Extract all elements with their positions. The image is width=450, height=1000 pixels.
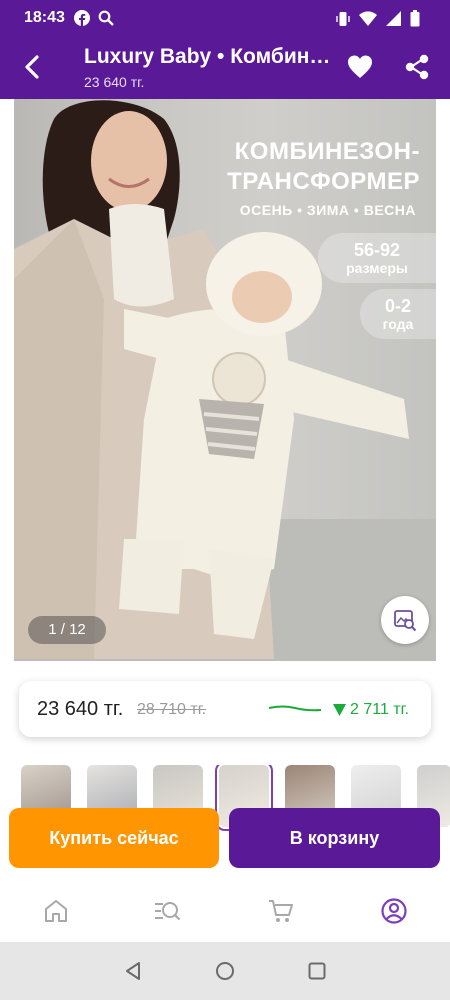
promo-seasons: ОСЕНЬ • ЗИМА • ВЕСНА xyxy=(239,202,416,218)
heart-icon[interactable] xyxy=(346,53,374,81)
app-bar: Luxury Baby • Комбинезон-трансформер 23 … xyxy=(0,36,450,99)
cart-icon[interactable] xyxy=(267,897,295,925)
wifi-icon xyxy=(359,11,377,26)
back-arrow-icon[interactable] xyxy=(18,52,48,82)
age-label: года xyxy=(382,316,414,332)
promo-headline-line1: КОМБИНЕЗОН- xyxy=(234,138,420,165)
sizes-badge: 56-92 размеры xyxy=(318,233,436,283)
product-title: Luxury Baby • Комбинезон-трансформер xyxy=(84,45,334,68)
status-bar: 18:43 xyxy=(0,0,450,36)
status-time: 18:43 xyxy=(24,9,65,26)
price-drop: 2 711 тг. xyxy=(333,701,409,719)
image-search-icon xyxy=(394,610,417,632)
promo-headline-line2: ТРАНСФОРМЕР xyxy=(227,168,420,195)
price-history-sparkline xyxy=(268,705,322,712)
battery-icon xyxy=(410,10,420,27)
sizes-label: размеры xyxy=(346,260,408,276)
bottom-nav xyxy=(0,880,450,942)
current-price: 23 640 тг. xyxy=(37,698,124,720)
search-icon xyxy=(98,10,114,26)
share-icon[interactable] xyxy=(403,53,431,81)
appbar-price: 23 640 тг. xyxy=(84,74,145,90)
promo-headline: КОМБИНЕЗОН- ТРАНСФОРМЕР xyxy=(227,137,420,197)
profile-icon[interactable] xyxy=(380,897,408,925)
facebook-icon xyxy=(74,10,90,26)
price-card[interactable]: 23 640 тг. 28 710 тг. 2 711 тг. xyxy=(19,681,431,737)
image-search-button[interactable] xyxy=(381,596,429,644)
system-navigation-bar xyxy=(0,942,450,1000)
home-icon[interactable] xyxy=(42,897,70,925)
recents-square-icon[interactable] xyxy=(307,961,327,981)
product-image[interactable]: КОМБИНЕЗОН- ТРАНСФОРМЕР ОСЕНЬ • ЗИМА • В… xyxy=(14,99,436,661)
catalog-search-icon[interactable] xyxy=(153,897,181,925)
price-drop-amount: 2 711 тг. xyxy=(350,701,409,718)
sizes-value: 56-92 xyxy=(353,240,401,260)
vibrate-icon xyxy=(336,11,350,26)
image-counter: 1 / 12 xyxy=(28,616,106,644)
buy-now-button[interactable]: Купить сейчас xyxy=(9,808,219,868)
product-screen: 18:43 Luxury Baby • Комбинез 23 640 тг. … xyxy=(0,0,450,1000)
triangle-down-icon xyxy=(333,704,346,716)
age-badge: 0-2 года xyxy=(360,289,436,339)
age-value: 0-2 xyxy=(384,296,411,316)
home-circle-icon[interactable] xyxy=(215,961,235,981)
status-icons xyxy=(336,10,420,27)
add-to-cart-button[interactable]: В корзину xyxy=(229,808,440,868)
back-triangle-icon[interactable] xyxy=(123,961,143,981)
signal-icon xyxy=(386,11,401,26)
old-price: 28 710 тг. xyxy=(137,701,207,718)
